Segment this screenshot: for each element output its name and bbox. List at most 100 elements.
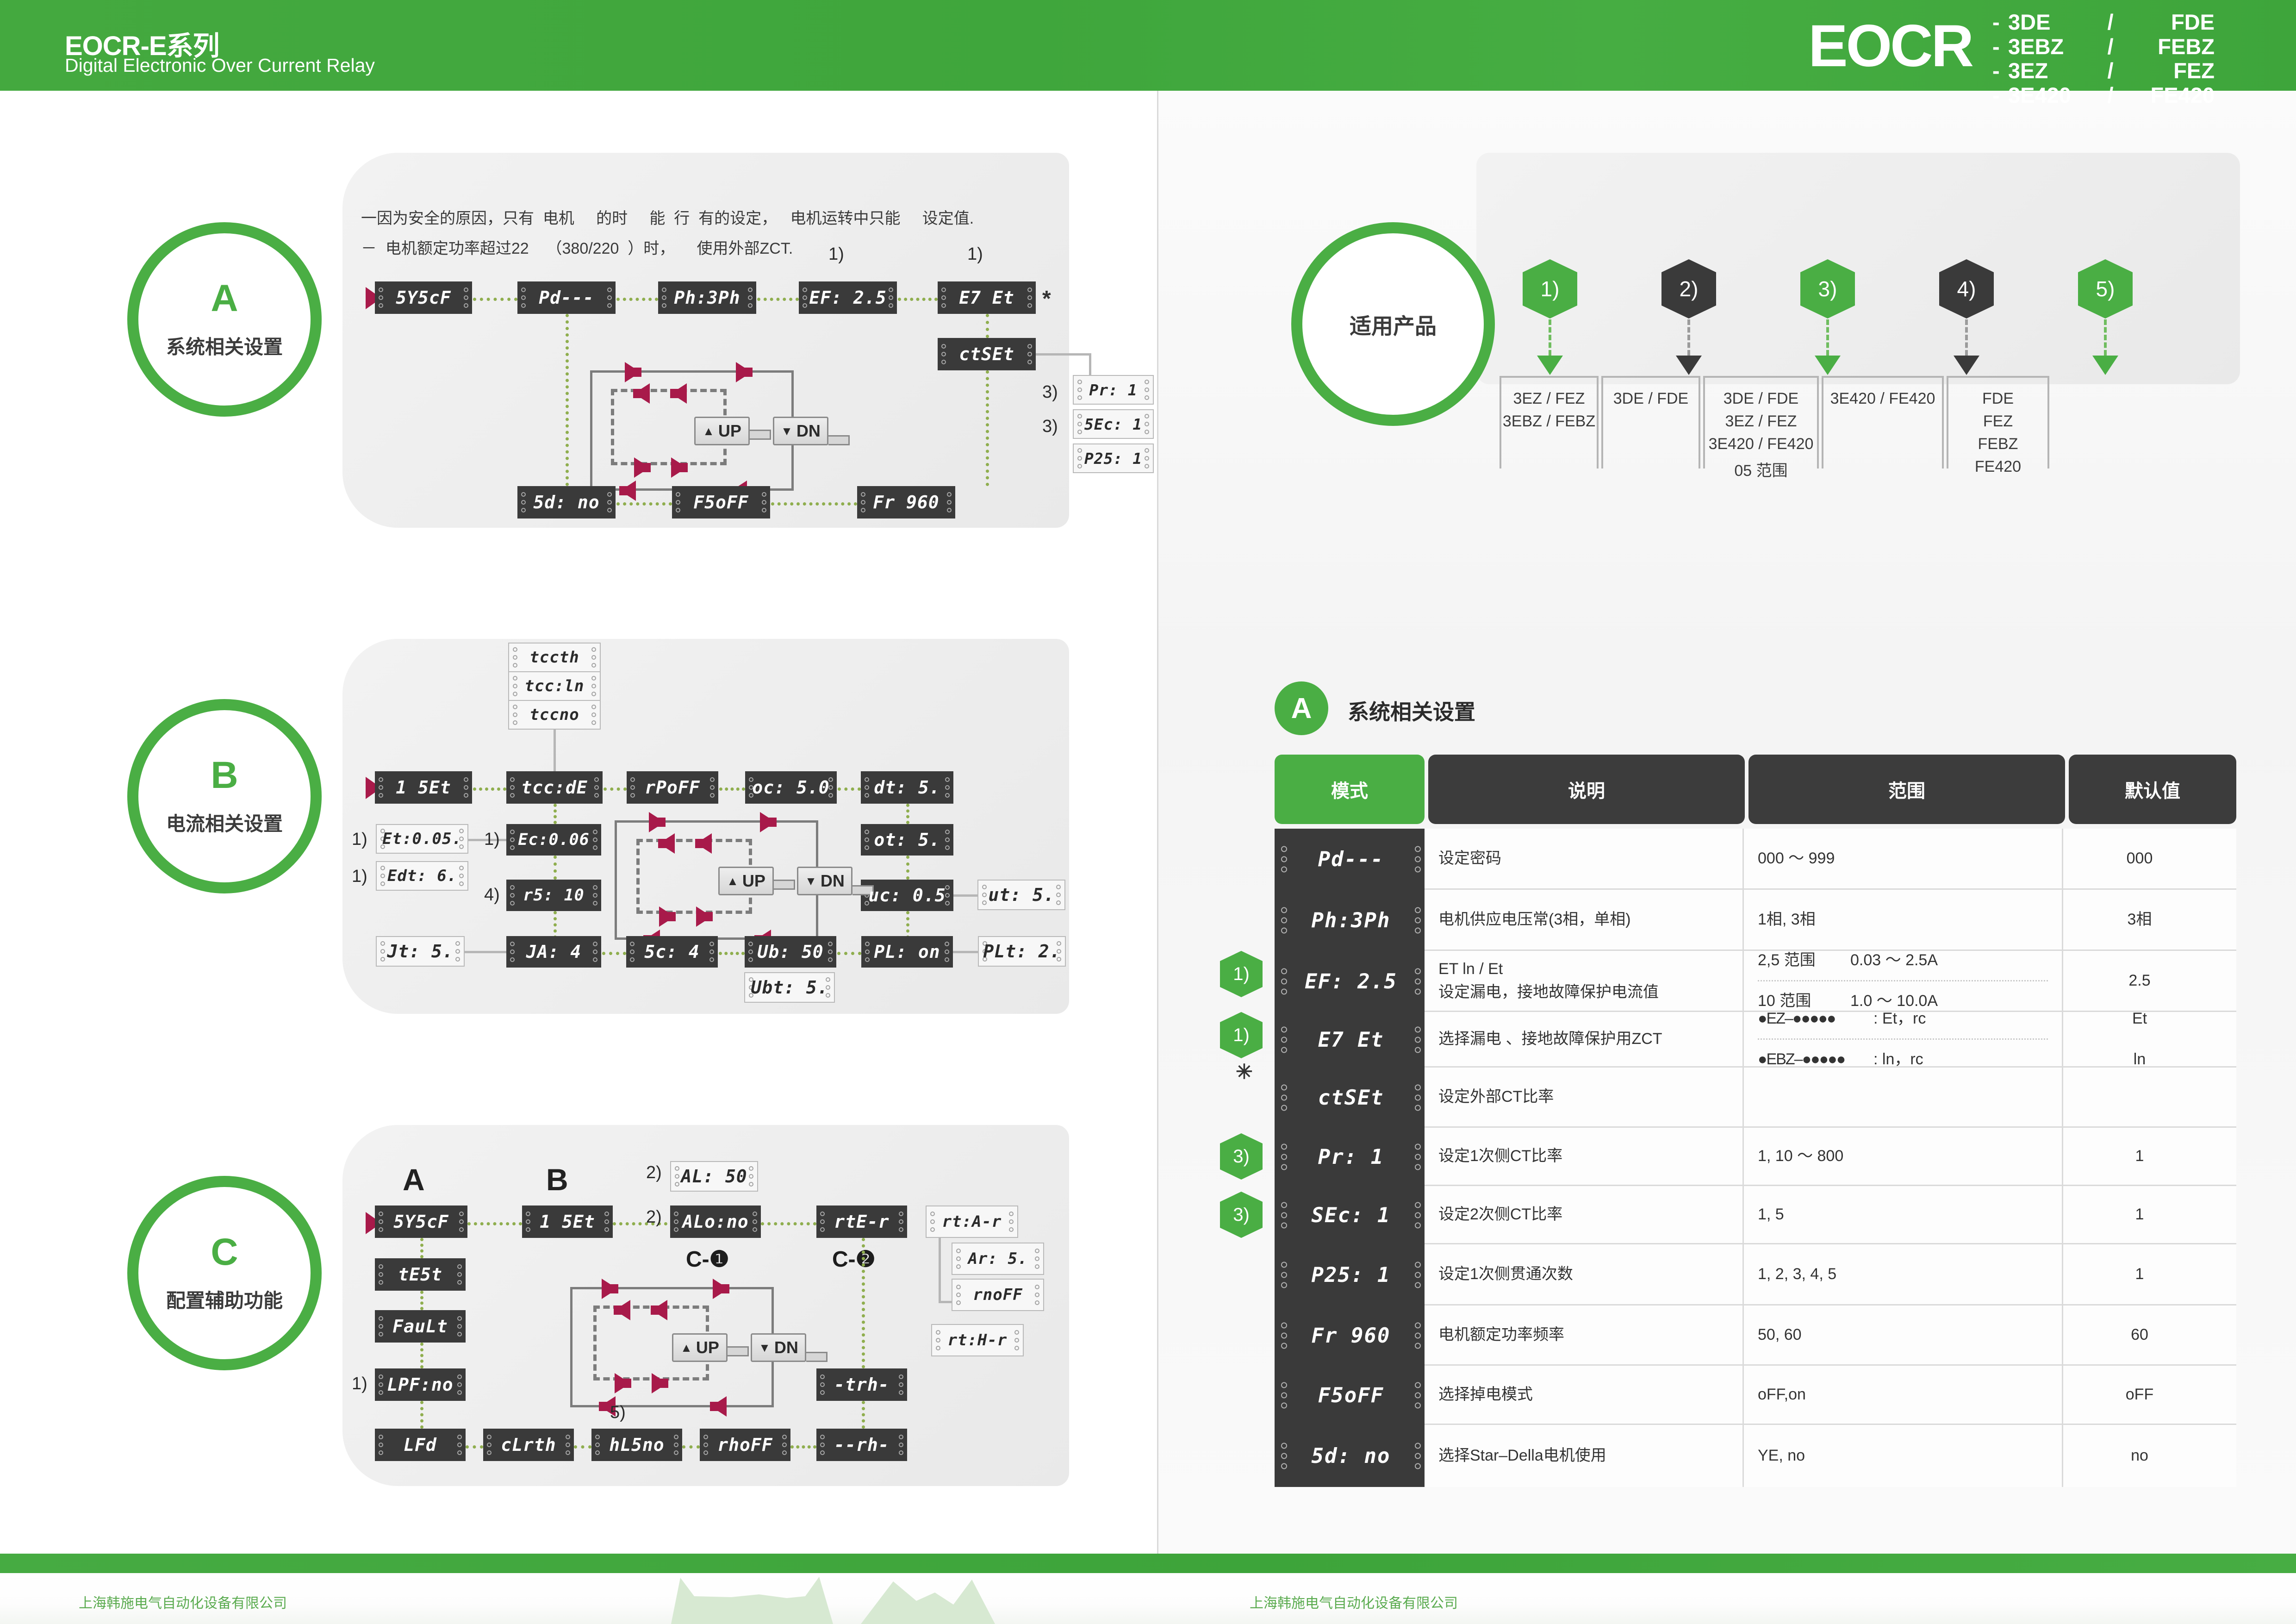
connector <box>1089 353 1091 376</box>
product-cell-3: 3DE / FDE 3EZ / FEZ 3E420 / FE420 05 范围 <box>1703 376 1819 480</box>
table-row: 设定1次侧贯通次数 1, 2, 3, 4, 5 1 <box>1425 1244 2236 1305</box>
product-cell-5: FDE FEZ FEBZ FE420 <box>1947 376 2049 475</box>
led-node: -trh- <box>816 1368 907 1401</box>
led-node: ot: 5. <box>861 824 953 856</box>
loop-arrow-right <box>696 906 713 927</box>
led-node: Ph:3Ph <box>658 281 756 314</box>
table-header-desc: 说明 <box>1428 755 1745 824</box>
connector <box>554 730 556 771</box>
led-node: 5c: 4 <box>626 936 718 968</box>
footnote-marker: 1) <box>352 867 367 886</box>
table-cell-desc: 选择漏电 、接地故障保护用ZCT <box>1425 1012 1744 1066</box>
loop-arrow-right <box>671 457 688 478</box>
triangle-down-icon: ▼ <box>781 424 793 438</box>
led-node: 1 5Et <box>375 771 472 804</box>
triangle-down-icon: ▼ <box>805 874 817 888</box>
triangle-up-icon: ▲ <box>727 874 739 888</box>
dn-button[interactable]: ▼ DN <box>751 1333 806 1362</box>
connector <box>761 1222 816 1225</box>
table-cell-default: 1 <box>2135 1265 2144 1283</box>
mode-led: Pd--- <box>1275 829 1427 890</box>
table-cell-range: 1, 5 <box>1744 1186 2063 1243</box>
led-node: tcc:ln <box>508 671 601 701</box>
led-node: Edt: 6. <box>376 861 468 891</box>
connector <box>602 952 626 955</box>
up-button[interactable]: ▲ UP <box>718 867 774 895</box>
model-row: - 3E420 / FE420 <box>1992 82 2215 107</box>
footnote-marker: 2) <box>646 1207 662 1227</box>
dn-button[interactable]: ▼ DN <box>797 867 852 895</box>
footnote-marker: 3) <box>1042 382 1058 402</box>
mode-led: Ph:3Ph <box>1275 890 1427 951</box>
footnote-marker: 2) <box>646 1163 662 1182</box>
table-cell-range: oFF,on <box>1744 1366 2063 1424</box>
footer-decorative-hills <box>0 1573 2296 1624</box>
mode-led: P25: 1 <box>1275 1244 1427 1305</box>
led-node: Ubt: 5. <box>744 972 835 1003</box>
table-section-badge: A <box>1275 681 1328 735</box>
loop-arrow-right <box>649 812 666 832</box>
table-header-default: 默认值 <box>2069 755 2236 824</box>
table-cell-desc: 选择Star–Della电机使用 <box>1425 1425 1744 1487</box>
header-subtitle: Digital Electronic Over Current Relay <box>65 55 375 76</box>
table-cell-range: 2,5 范围 0.03 ～ 2.5A 10 范围 1.0 ～ 10.0A <box>1744 951 2063 1011</box>
brand-logo: EOCR <box>1808 13 1974 79</box>
table-cell-desc: 电机额定功率频率 <box>1425 1305 1744 1364</box>
footnote-marker: 1) <box>828 244 844 264</box>
table-cell-default: no <box>2131 1447 2148 1465</box>
arrow-down-icon <box>1537 356 1563 375</box>
table-cell-default: 1 <box>2135 1147 2144 1165</box>
table-cell-range: 000 ～ 999 <box>1744 829 2063 888</box>
applicable-products-ring: 适用产品 <box>1291 222 1495 426</box>
arrow-down-icon <box>2092 356 2118 375</box>
mode-led: Fr 960 <box>1275 1305 1427 1366</box>
led-node: 1 5Et <box>522 1206 613 1238</box>
led-node: Pr: 1 <box>1073 375 1154 405</box>
product-cell-2: 3DE / FDE <box>1601 376 1700 468</box>
loop-arrow-left <box>658 833 675 854</box>
led-node: oc: 5.0 <box>745 771 837 804</box>
up-button[interactable]: ▲ UP <box>694 417 750 445</box>
connector <box>420 1401 423 1429</box>
section-a-ring: A 系统相关设置 <box>127 222 322 417</box>
mode-led: EF: 2.5 <box>1275 951 1427 1012</box>
triangle-down-icon: ▼ <box>759 1341 771 1355</box>
cell-divider <box>1758 980 2048 981</box>
model-row: - 3DE / FDE <box>1992 10 2215 34</box>
led-node: PL: on <box>861 936 953 968</box>
triangle-up-icon: ▲ <box>680 1341 692 1355</box>
table-cell-range: ●EZ–●●●●●: Et，rc ●EBZ–●●●●●: ln，rc <box>1744 1010 2063 1068</box>
section-b-letter: B <box>211 754 238 796</box>
table-cell-desc: 设定2次侧CT比率 <box>1425 1186 1744 1243</box>
connector <box>986 314 989 338</box>
led-node: --rh- <box>816 1429 907 1461</box>
led-node: PLt: 2. <box>978 936 1066 967</box>
led-node: E7 Et <box>938 281 1036 314</box>
table-row: 选择掉电模式 oFF,on oFF <box>1425 1366 2236 1425</box>
table-row: 选择Star–Della电机使用 YE, no no <box>1425 1425 2236 1487</box>
dn-button[interactable]: ▼ DN <box>773 417 828 445</box>
led-node: 5Ec: 1 <box>1073 409 1154 439</box>
up-button[interactable]: ▲ UP <box>672 1333 728 1362</box>
footnote-marker: 5) <box>610 1403 626 1422</box>
table-cell-desc: 选择掉电模式 <box>1425 1366 1744 1424</box>
table-row: 电机额定功率频率 50, 60 60 <box>1425 1305 2236 1366</box>
mode-led: ctSEt <box>1275 1068 1427 1128</box>
table-header-mode: 模式 <box>1275 755 1425 824</box>
led-node: P25: 1 <box>1073 443 1154 473</box>
connector <box>616 298 658 301</box>
connector <box>1549 319 1551 356</box>
mode-led: F5oFF <box>1275 1366 1427 1425</box>
led-node: EF: 2.5 <box>799 281 897 314</box>
footer-green-bar <box>0 1554 2296 1573</box>
table-cell-default: 1 <box>2135 1205 2144 1223</box>
connector <box>554 804 557 824</box>
connector <box>906 856 909 880</box>
loop-arrow-right <box>625 362 641 382</box>
up-button-tail <box>750 430 771 440</box>
led-node: rtE-r <box>816 1206 907 1238</box>
table-row: 选择漏电 、接地故障保护用ZCT ●EZ–●●●●●: Et，rc ●EBZ–●… <box>1425 1010 2236 1068</box>
document-page: EOCR-E系列 Digital Electronic Over Current… <box>0 0 2296 1624</box>
table-cell-default <box>2063 1068 2216 1126</box>
led-node: cLrth <box>483 1429 574 1461</box>
